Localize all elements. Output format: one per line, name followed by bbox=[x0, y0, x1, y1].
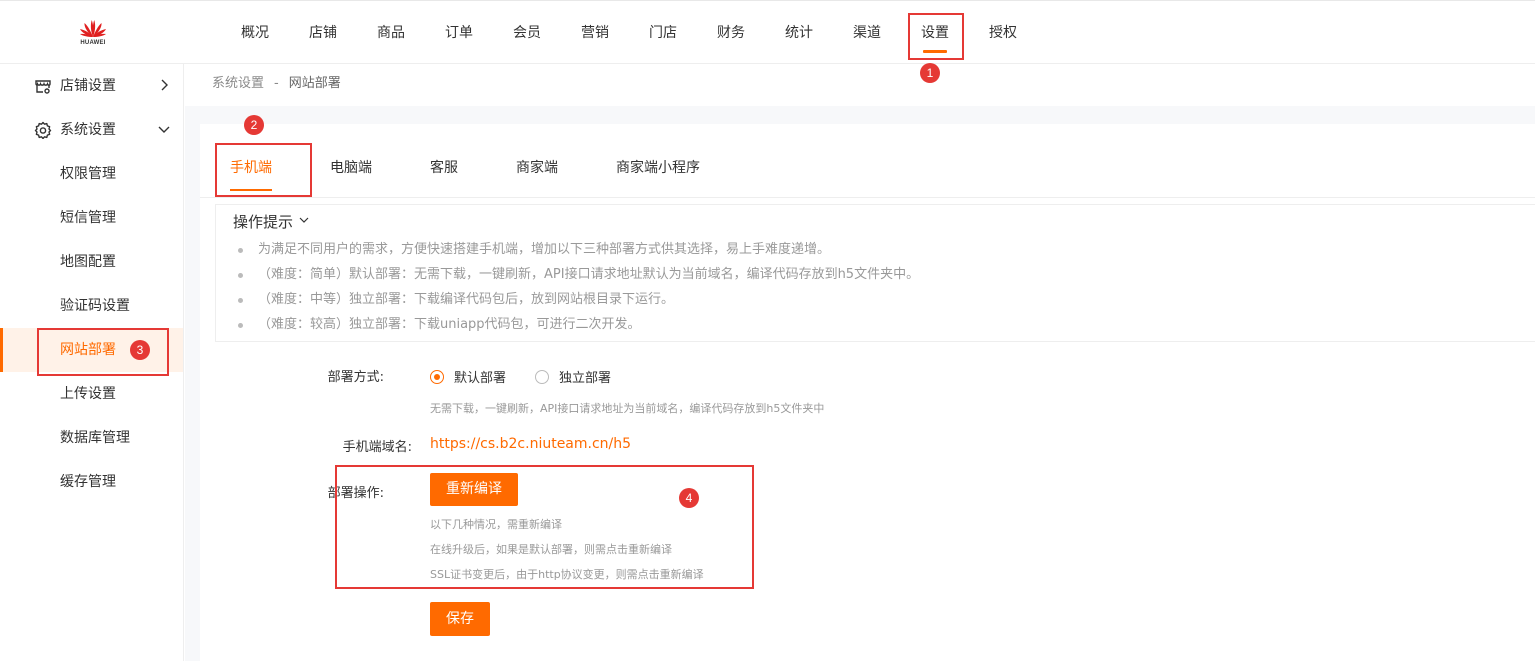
sidebar-item-captcha[interactable]: 验证码设置 bbox=[0, 284, 183, 328]
sidebar-item-label: 缓存管理 bbox=[60, 474, 116, 490]
logo-text: HUAWEI bbox=[80, 40, 106, 46]
annotation-badge: 4 bbox=[679, 488, 699, 508]
radio-label: 默认部署 bbox=[454, 371, 507, 386]
sidebar-item-cache[interactable]: 缓存管理 bbox=[0, 460, 183, 504]
nav-label: 授权 bbox=[989, 25, 1017, 41]
gear-icon bbox=[34, 121, 52, 139]
radio-dot bbox=[535, 369, 549, 384]
radio-standalone-deploy[interactable]: 独立部署 bbox=[535, 367, 611, 386]
domain-label: 手机端域名: bbox=[342, 440, 412, 455]
breadcrumb-separator: - bbox=[274, 76, 279, 91]
chevron-right-icon bbox=[161, 79, 168, 91]
radio-dot bbox=[430, 369, 444, 384]
tab-bar: 手机端 电脑端 客服 商家端 商家端小程序 bbox=[200, 144, 1535, 198]
sidebar-item-label: 权限管理 bbox=[60, 166, 116, 182]
save-button[interactable]: 保存 bbox=[430, 602, 490, 636]
nav-label: 订单 bbox=[445, 25, 473, 41]
sidebar-item-sms[interactable]: 短信管理 bbox=[0, 196, 183, 240]
sidebar-item-label: 验证码设置 bbox=[60, 298, 130, 314]
sidebar-group-system-settings[interactable]: 系统设置 bbox=[0, 108, 183, 152]
annotation-box-settings bbox=[908, 13, 964, 60]
nav-label: 财务 bbox=[717, 25, 745, 41]
nav-item-marketing[interactable]: 营销 bbox=[561, 1, 629, 65]
tip-item: （难度：简单）默认部署：无需下载，一键刷新，API接口请求地址默认为当前域名，编… bbox=[238, 262, 919, 287]
annotation-badge: 3 bbox=[130, 340, 150, 360]
nav-item-stats[interactable]: 统计 bbox=[765, 1, 833, 65]
nav-label: 商品 bbox=[377, 25, 405, 41]
sidebar-item-label: 数据库管理 bbox=[60, 430, 130, 446]
sidebar-item-map[interactable]: 地图配置 bbox=[0, 240, 183, 284]
nav-item-orders[interactable]: 订单 bbox=[425, 1, 493, 65]
nav-label: 会员 bbox=[513, 25, 541, 41]
annotation-box-mobile-tab bbox=[215, 143, 312, 197]
deploy-mode-hint: 无需下载，一键刷新，API接口请求地址为当前域名，编译代码存放到h5文件夹中 bbox=[430, 402, 825, 415]
nav-label: 概况 bbox=[241, 25, 269, 41]
sidebar-group-label: 系统设置 bbox=[60, 122, 116, 138]
tab-customer-service[interactable]: 客服 bbox=[430, 144, 458, 198]
radio-default-deploy[interactable]: 默认部署 bbox=[430, 367, 506, 386]
nav-item-finance[interactable]: 财务 bbox=[697, 1, 765, 65]
chevron-down-icon bbox=[158, 126, 170, 133]
mobile-domain-link[interactable]: https://cs.b2c.niuteam.cn/h5 bbox=[430, 436, 631, 452]
nav-label: 渠道 bbox=[853, 25, 881, 41]
annotation-badge: 2 bbox=[244, 115, 264, 135]
nav-label: 统计 bbox=[785, 25, 813, 41]
nav-item-channels[interactable]: 渠道 bbox=[833, 1, 901, 65]
store-icon bbox=[35, 80, 51, 94]
nav-item-authorize[interactable]: 授权 bbox=[969, 1, 1037, 65]
sidebar-item-label: 上传设置 bbox=[60, 386, 116, 402]
sidebar-group-store-settings[interactable]: 店铺设置 bbox=[0, 64, 183, 108]
chevron-down-icon bbox=[299, 217, 309, 223]
huawei-logo[interactable]: HUAWEI bbox=[76, 17, 110, 49]
nav-item-store[interactable]: 店铺 bbox=[289, 1, 357, 65]
nav-item-overview[interactable]: 概况 bbox=[221, 1, 289, 65]
sidebar-group-label: 店铺设置 bbox=[60, 78, 116, 94]
breadcrumb-parent[interactable]: 系统设置 bbox=[212, 76, 264, 91]
nav-label: 店铺 bbox=[309, 25, 337, 41]
sidebar-item-label: 地图配置 bbox=[60, 254, 116, 270]
tips-toggle[interactable]: 操作提示 bbox=[233, 211, 309, 232]
tip-item: 为满足不同用户的需求，方便快速搭建手机端，增加以下三种部署方式供其选择，易上手难… bbox=[238, 237, 919, 262]
sidebar-item-permissions[interactable]: 权限管理 bbox=[0, 152, 183, 196]
tips-box: 操作提示 为满足不同用户的需求，方便快速搭建手机端，增加以下三种部署方式供其选择… bbox=[215, 204, 1535, 342]
huawei-logo-icon bbox=[80, 20, 106, 37]
radio-label: 独立部署 bbox=[559, 371, 612, 386]
nav-item-goods[interactable]: 商品 bbox=[357, 1, 425, 65]
breadcrumb-current: 网站部署 bbox=[288, 76, 341, 91]
nav-label: 门店 bbox=[649, 25, 677, 41]
tips-list: 为满足不同用户的需求，方便快速搭建手机端，增加以下三种部署方式供其选择，易上手难… bbox=[238, 237, 919, 337]
tab-merchant[interactable]: 商家端 bbox=[516, 144, 558, 198]
nav-item-shops[interactable]: 门店 bbox=[629, 1, 697, 65]
top-bar: HUAWEI 概况 店铺 商品 订单 会员 营销 门店 财务 统计 渠道 设置 … bbox=[0, 0, 1535, 64]
tips-title: 操作提示 bbox=[233, 213, 294, 231]
breadcrumb: 系统设置 - 网站部署 bbox=[185, 64, 1535, 106]
tip-item: （难度：较高）独立部署：下载uniapp代码包，可进行二次开发。 bbox=[238, 312, 919, 337]
tab-merchant-miniprogram[interactable]: 商家端小程序 bbox=[616, 144, 700, 198]
tip-item: （难度：中等）独立部署：下载编译代码包后，放到网站根目录下运行。 bbox=[238, 287, 919, 312]
nav-label: 营销 bbox=[581, 25, 609, 41]
annotation-box-deploy-ops bbox=[335, 465, 754, 589]
sidebar-item-upload[interactable]: 上传设置 bbox=[0, 372, 183, 416]
deploy-mode-label: 部署方式: bbox=[327, 370, 384, 385]
tab-pc[interactable]: 电脑端 bbox=[330, 144, 372, 198]
annotation-badge: 1 bbox=[920, 63, 940, 83]
sidebar-item-database[interactable]: 数据库管理 bbox=[0, 416, 183, 460]
nav-item-members[interactable]: 会员 bbox=[493, 1, 561, 65]
sidebar-item-label: 短信管理 bbox=[60, 210, 116, 226]
